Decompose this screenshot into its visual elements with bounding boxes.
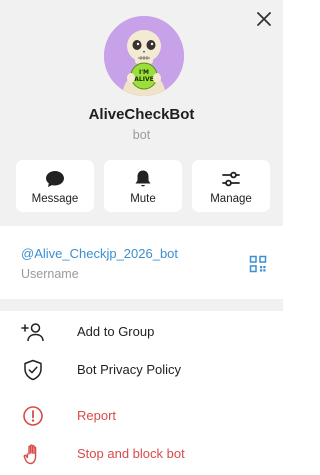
username-label: Username (21, 267, 79, 281)
bot-name: AliveCheckBot (88, 106, 195, 123)
message-button[interactable]: Message (16, 160, 94, 212)
bot-subtitle: bot (132, 128, 151, 142)
bot-privacy-policy-item[interactable]: Bot Privacy Policy (0, 351, 283, 389)
username-link[interactable]: @Alive_Checkjp_2026_bot (21, 246, 178, 261)
close-button[interactable] (253, 8, 275, 30)
add-to-group-label: Add to Group (77, 324, 155, 339)
report-item[interactable]: Report (0, 397, 283, 435)
username-section (0, 226, 283, 299)
report-label: Report (77, 408, 117, 423)
add-to-group-item[interactable]: Add to Group (0, 313, 283, 351)
message-label: Message (31, 193, 79, 205)
hand-stop-icon (23, 444, 37, 465)
avatar-badge-line1: I'M (139, 69, 149, 76)
stop-and-block-label: Stop and block bot (77, 446, 185, 461)
qr-code-icon (249, 255, 267, 273)
avatar[interactable]: I'M ALIVE (104, 16, 184, 96)
message-bubble-icon (46, 171, 64, 187)
add-user-icon (21, 323, 44, 342)
manage-button[interactable]: Manage (192, 160, 270, 212)
skeleton-avatar-image: I'M ALIVE (104, 16, 184, 96)
alert-circle-icon (23, 406, 43, 426)
close-icon (257, 12, 271, 26)
qr-code-button[interactable] (249, 255, 267, 273)
stop-and-block-item[interactable]: Stop and block bot (0, 435, 283, 473)
mute-label: Mute (130, 193, 156, 205)
shield-check-icon (24, 359, 42, 381)
avatar-badge-line2: ALIVE (134, 76, 153, 83)
section-divider (0, 299, 283, 311)
bell-icon (135, 170, 151, 187)
bot-privacy-policy-label: Bot Privacy Policy (77, 362, 182, 377)
mute-button[interactable]: Mute (104, 160, 182, 212)
manage-label: Manage (210, 193, 252, 205)
sliders-icon (222, 171, 240, 187)
